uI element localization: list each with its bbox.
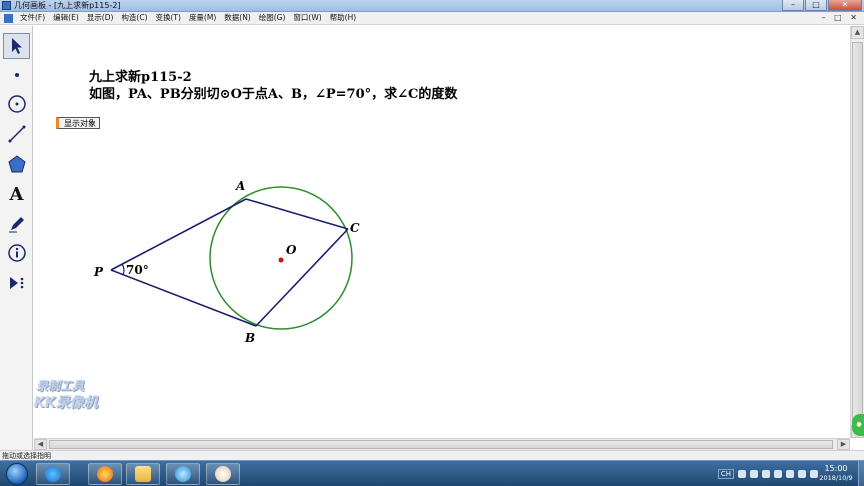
sketchpad-icon: [215, 466, 231, 482]
system-tray: CH: [717, 466, 818, 482]
windows-logo-icon: [6, 463, 28, 485]
recorder-watermark: 录制工具 KK录像机: [34, 378, 98, 412]
vertical-scroll-thumb[interactable]: [852, 42, 863, 422]
custom-tool-icon: [9, 277, 23, 289]
arrow-tool[interactable]: [3, 33, 30, 59]
center-point-o[interactable]: [278, 257, 284, 263]
label-b: B: [244, 331, 255, 345]
watermark-line-1: 录制工具: [36, 379, 85, 393]
network-icon[interactable]: [798, 470, 806, 478]
window-controls: – □ ✕: [781, 0, 862, 12]
marker-tool[interactable]: [3, 211, 30, 237]
polygon-icon: [7, 155, 26, 173]
clock-time: 15:00: [824, 464, 848, 473]
tangent-pb[interactable]: [110, 269, 257, 327]
maximize-button[interactable]: □: [805, 0, 827, 11]
system-clock[interactable]: 15:00 2018/10/9: [816, 464, 856, 483]
help-icon[interactable]: [750, 470, 758, 478]
point-icon: [14, 73, 19, 77]
app-icon: [2, 1, 11, 10]
scroll-left-button[interactable]: ◀: [34, 439, 47, 450]
segment-bc[interactable]: [255, 228, 349, 327]
compass-tool[interactable]: [3, 91, 30, 117]
info-icon: [7, 244, 26, 262]
information-tool[interactable]: [3, 240, 30, 266]
scroll-up-button[interactable]: ▲: [851, 26, 864, 39]
polygon-tool[interactable]: [3, 151, 30, 177]
window-title: 几何画板 - [九上求新p115-2]: [14, 1, 121, 10]
text-icon: A: [9, 183, 24, 205]
taskbar-app-media[interactable]: [166, 463, 200, 485]
ime-icon[interactable]: [738, 470, 746, 478]
angle-p-measure: 70°: [126, 263, 149, 277]
flag-icon[interactable]: [786, 470, 794, 478]
floating-badge-icon[interactable]: ●: [852, 414, 864, 436]
document-window-controls[interactable]: – □ ✕: [822, 13, 860, 22]
taskbar-app-explorer[interactable]: [126, 463, 160, 485]
text-tool[interactable]: A: [3, 181, 30, 207]
segment-icon: [8, 125, 25, 143]
menu-transform[interactable]: 变换(T): [152, 12, 185, 24]
sketch-canvas[interactable]: 九上求新p115-2 如图，PA、PB分别切⊙O于点A、B，∠P=70°，求∠C…: [34, 26, 850, 438]
vertical-scrollbar[interactable]: ▲ ▼: [850, 26, 864, 438]
arrow-icon: [11, 38, 22, 54]
menu-data[interactable]: 数据(N): [220, 12, 254, 24]
browser-icon: [45, 466, 61, 482]
clock-date: 2018/10/9: [819, 474, 853, 482]
scroll-right-button[interactable]: ▶: [837, 439, 850, 450]
angle-p-arc: [121, 263, 125, 276]
label-o: O: [286, 243, 297, 257]
point-tool[interactable]: [3, 62, 30, 88]
label-a: A: [235, 179, 245, 193]
menu-bar: 文件(F) 编辑(E) 显示(D) 构造(C) 变换(T) 度量(M) 数据(N…: [0, 12, 864, 25]
custom-tool[interactable]: [3, 270, 30, 296]
menu-help[interactable]: 帮助(H): [326, 12, 361, 24]
show-desktop-button[interactable]: [858, 461, 864, 486]
recorder-icon: [97, 466, 113, 482]
pen-icon: [8, 217, 24, 233]
menu-window[interactable]: 窗口(W): [289, 12, 325, 24]
geometry-figure: A C O P B 70°: [93, 179, 360, 345]
menu-file[interactable]: 文件(F): [16, 12, 49, 24]
menu-measure[interactable]: 度量(M): [185, 12, 220, 24]
watermark-line-2: KK录像机: [34, 395, 98, 411]
circle-icon: [7, 95, 26, 113]
label-p: P: [93, 265, 104, 279]
shield-icon[interactable]: [774, 470, 782, 478]
horizontal-scroll-thumb[interactable]: [49, 440, 833, 449]
taskbar-app-sketchpad[interactable]: [206, 463, 240, 485]
horizontal-scrollbar[interactable]: ◀ ▶: [34, 438, 850, 450]
taskbar: CH 15:00 2018/10/9: [0, 460, 864, 486]
taskbar-app-recorder[interactable]: [88, 463, 122, 485]
status-bar: 拖动或选择指明: [0, 450, 864, 460]
taskbar-app-browser[interactable]: [36, 463, 70, 485]
toolbox: A: [0, 26, 33, 450]
tangent-pa[interactable]: [110, 198, 247, 271]
settings-icon[interactable]: [762, 470, 770, 478]
menu-edit[interactable]: 编辑(E): [49, 12, 83, 24]
document-icon[interactable]: [4, 13, 13, 23]
label-c: C: [350, 221, 360, 235]
menu-graph[interactable]: 绘图(G): [255, 12, 290, 24]
media-icon: [175, 466, 191, 482]
close-button[interactable]: ✕: [828, 0, 862, 11]
segment-ac[interactable]: [245, 198, 349, 230]
folder-icon: [135, 466, 151, 482]
title-bar: 几何画板 - [九上求新p115-2] – □ ✕: [0, 0, 864, 12]
straightedge-tool[interactable]: [3, 121, 30, 147]
menu-display[interactable]: 显示(D): [83, 12, 118, 24]
menu-construct[interactable]: 构造(C): [117, 12, 151, 24]
input-language-indicator[interactable]: CH: [717, 469, 734, 479]
start-button[interactable]: [2, 461, 32, 486]
minimize-button[interactable]: –: [782, 0, 804, 11]
